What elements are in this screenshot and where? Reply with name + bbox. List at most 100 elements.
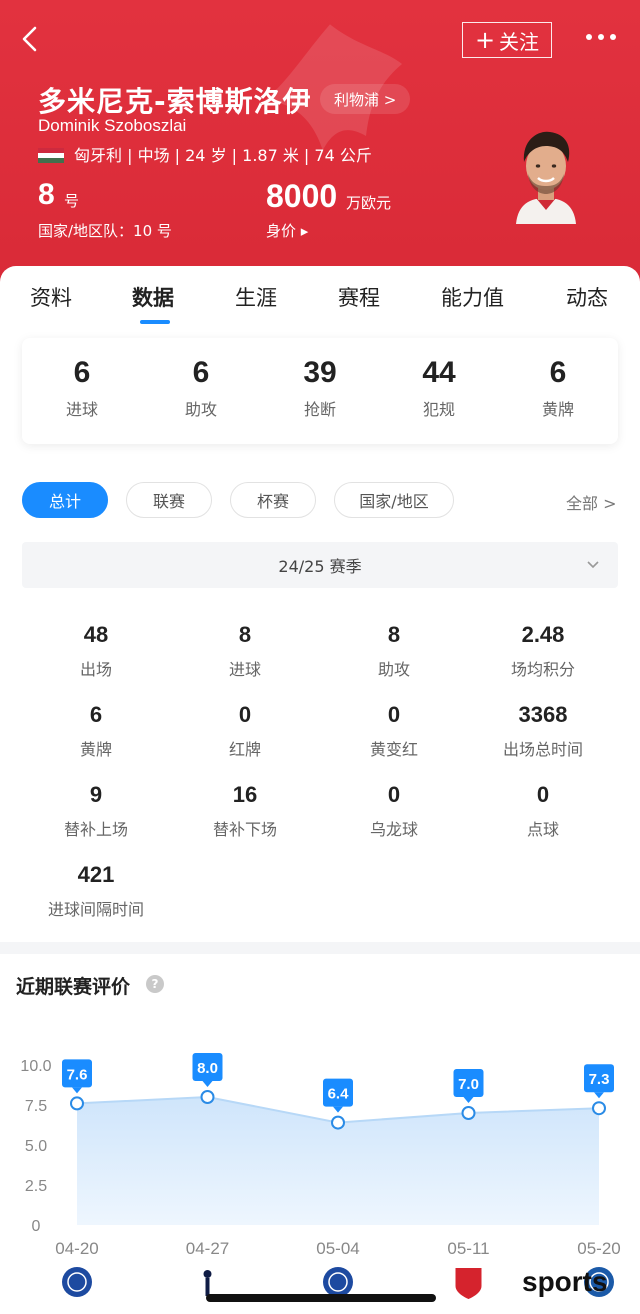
player-header: + 关注 多米尼克-索博斯洛伊 利物浦 > Dominik Szoboszlai… xyxy=(0,0,640,290)
stat-label: 点球 xyxy=(526,820,559,839)
stat-item: 6 黄牌 xyxy=(22,702,170,760)
filter-cup[interactable]: 杯赛 xyxy=(230,482,316,518)
y-tick-label: 0 xyxy=(32,1218,41,1235)
stat-label: 进球间隔时间 xyxy=(47,900,144,919)
stat-label: 出场 xyxy=(79,660,112,679)
stat-label: 乌龙球 xyxy=(369,820,418,839)
rating-data-label: 7.3 xyxy=(589,1071,610,1088)
y-tick-label: 5.0 xyxy=(25,1138,47,1155)
season-select[interactable]: 24/25 赛季 xyxy=(22,542,618,588)
stat-label: 黄变红 xyxy=(369,740,418,759)
stat-item: 2.48 场均积分 xyxy=(469,622,617,680)
stat-item: 8 进球 xyxy=(171,622,319,680)
stat-item: 0 黄变红 xyxy=(320,702,468,760)
stat-value: 0 xyxy=(387,782,401,807)
filter-league[interactable]: 联赛 xyxy=(126,482,212,518)
more-icon[interactable] xyxy=(586,34,616,42)
y-tick-label: 2.5 xyxy=(25,1178,47,1195)
y-tick-label: 10.0 xyxy=(20,1058,51,1075)
tab-profile[interactable]: 资料 xyxy=(30,282,72,312)
tab-ability[interactable]: 能力值 xyxy=(441,282,504,312)
market-value: 8000 xyxy=(266,178,338,214)
stat-value: 16 xyxy=(232,782,258,807)
rating-label-pointer xyxy=(594,1092,604,1099)
club-link[interactable]: 利物浦 > xyxy=(320,84,411,114)
summary-label: 抢断 xyxy=(303,400,336,419)
stat-item: 8 助攻 xyxy=(320,622,468,680)
player-meta: 匈牙利 | 中场 | 24 岁 | 1.87 米 | 74 公斤 xyxy=(74,146,372,165)
tottenham-crest-icon xyxy=(203,1270,212,1278)
summary-label: 助攻 xyxy=(184,400,217,419)
national-team-number: 国家/地区队：10 号 xyxy=(38,222,172,240)
stat-item: 48 出场 xyxy=(22,622,170,680)
summary-goals: 6 进球 xyxy=(42,338,122,420)
chelsea-crest-icon xyxy=(323,1267,353,1297)
summary-value: 6 xyxy=(73,356,91,389)
stat-item: 0 乌龙球 xyxy=(320,782,468,840)
tab-career[interactable]: 生涯 xyxy=(235,282,277,312)
home-indicator xyxy=(206,1294,436,1302)
season-label: 24/25 赛季 xyxy=(278,557,362,576)
summary-tackles: 39 抢断 xyxy=(280,338,360,420)
summary-assists: 6 助攻 xyxy=(161,338,241,420)
rating-label-pointer xyxy=(463,1097,474,1103)
player-name-cn: 多米尼克-索博斯洛伊 xyxy=(38,85,312,118)
stat-item: 0 红牌 xyxy=(171,702,319,760)
stat-value: 2.48 xyxy=(521,622,565,647)
summary-value: 6 xyxy=(192,356,210,389)
summary-label: 犯规 xyxy=(422,400,455,419)
stat-item: 16 替补下场 xyxy=(171,782,319,840)
rating-point xyxy=(200,1090,215,1104)
stat-label: 场均积分 xyxy=(510,660,575,679)
summary-card: 6 进球 6 助攻 39 抢断 44 犯规 6 黄牌 xyxy=(22,338,618,444)
rating-data-label: 7.6 xyxy=(67,1066,88,1083)
active-tab-indicator xyxy=(140,320,170,324)
stat-item: 0 点球 xyxy=(469,782,617,840)
filter-national[interactable]: 国家/地区 xyxy=(334,482,454,518)
x-tick-label: 05-20 xyxy=(577,1239,620,1258)
rating-section-title: 近期联赛评价 xyxy=(16,976,131,998)
help-icon[interactable]: ? xyxy=(146,975,164,993)
stat-label: 进球 xyxy=(228,660,261,679)
stat-value: 48 xyxy=(83,622,109,647)
rating-point xyxy=(461,1106,476,1120)
back-icon[interactable] xyxy=(16,24,46,54)
y-tick-label: 7.5 xyxy=(25,1098,47,1115)
tab-bar: 资料 数据 生涯 赛程 能力值 动态 xyxy=(0,266,640,326)
rating-label-pointer xyxy=(202,1081,213,1087)
sports-watermark: sports xyxy=(522,1266,608,1297)
stat-value: 0 xyxy=(536,782,550,807)
market-value-link[interactable]: 身价 ▸ xyxy=(266,220,308,241)
stat-value: 8 xyxy=(387,622,401,647)
summary-fouls: 44 犯规 xyxy=(399,338,479,420)
stat-label: 助攻 xyxy=(377,660,410,679)
summary-label: 黄牌 xyxy=(541,400,574,419)
shirt-number: 8 xyxy=(38,178,55,211)
x-tick-label: 05-04 xyxy=(316,1239,359,1258)
stat-label: 红牌 xyxy=(228,740,261,759)
tab-news[interactable]: 动态 xyxy=(566,282,608,312)
follow-button[interactable]: + 关注 xyxy=(462,22,552,58)
tab-schedule[interactable]: 赛程 xyxy=(338,282,380,312)
player-avatar xyxy=(516,131,576,224)
rating-point xyxy=(70,1096,84,1111)
stat-value: 8 xyxy=(238,622,252,647)
leicester-crest-icon xyxy=(62,1267,92,1297)
summary-value: 39 xyxy=(303,356,337,389)
filter-total[interactable]: 总计 xyxy=(22,482,108,518)
market-value-unit: 万欧元 xyxy=(346,194,392,212)
stat-label: 替补上场 xyxy=(63,820,128,839)
stat-value: 0 xyxy=(387,702,401,727)
stat-value: 9 xyxy=(89,782,103,807)
summary-label: 进球 xyxy=(65,400,98,419)
stat-value: 6 xyxy=(89,702,103,727)
rating-point xyxy=(592,1101,606,1116)
stat-item: 3368 出场总时间 xyxy=(469,702,617,760)
stat-value: 421 xyxy=(77,862,115,887)
stat-value: 3368 xyxy=(518,702,568,727)
rating-label-pointer xyxy=(333,1106,343,1113)
tab-data[interactable]: 数据 xyxy=(132,282,174,312)
x-tick-label: 05-11 xyxy=(447,1239,489,1258)
filter-all-link[interactable]: 全部 > xyxy=(566,490,617,514)
summary-value: 44 xyxy=(422,356,456,389)
